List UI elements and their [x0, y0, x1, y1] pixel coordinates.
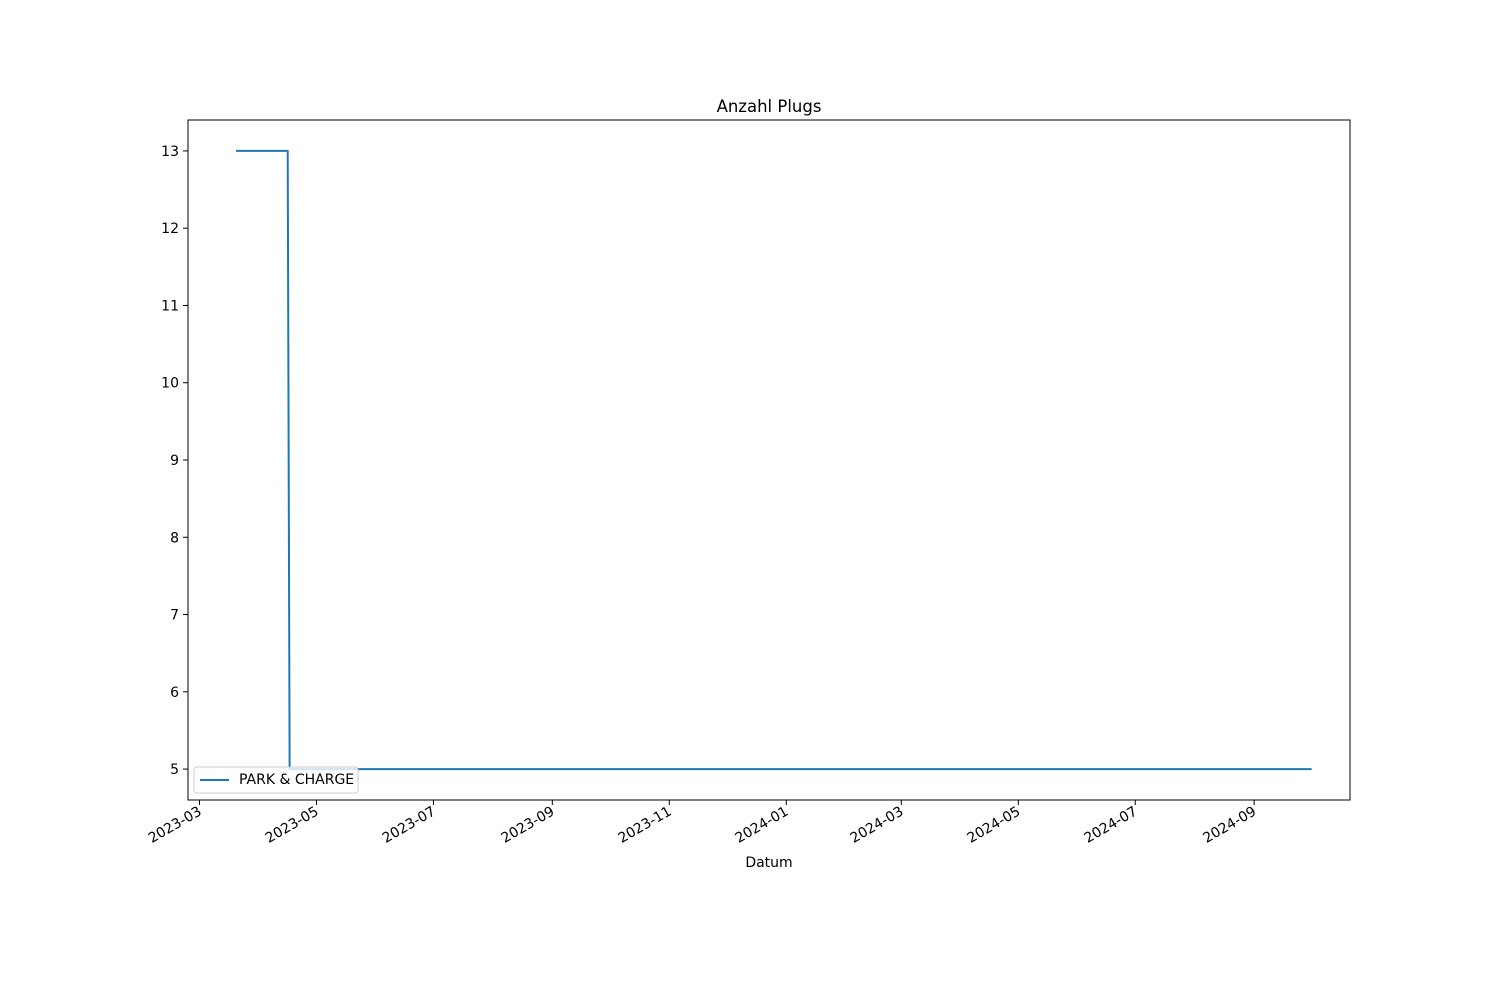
chart-background	[0, 0, 1500, 1000]
line-chart: Anzahl Plugs 2023-03 2023-05 2023-07 2023-0…	[0, 0, 1500, 1000]
y-tick-label: 13	[161, 144, 179, 160]
chart-title: Anzahl Plugs	[717, 97, 822, 116]
y-tick-label: 6	[170, 685, 179, 701]
y-tick-label: 5	[170, 762, 179, 778]
x-axis-label: Datum	[745, 855, 792, 871]
y-tick-label: 9	[170, 453, 179, 469]
y-tick-label: 7	[170, 608, 179, 624]
legend-label: PARK & CHARGE	[239, 772, 354, 788]
y-tick-label: 8	[170, 530, 179, 546]
y-tick-label: 11	[161, 298, 179, 314]
legend: PARK & CHARGE	[193, 766, 359, 794]
y-tick-label: 12	[161, 221, 179, 237]
y-tick-label: 10	[161, 376, 179, 392]
